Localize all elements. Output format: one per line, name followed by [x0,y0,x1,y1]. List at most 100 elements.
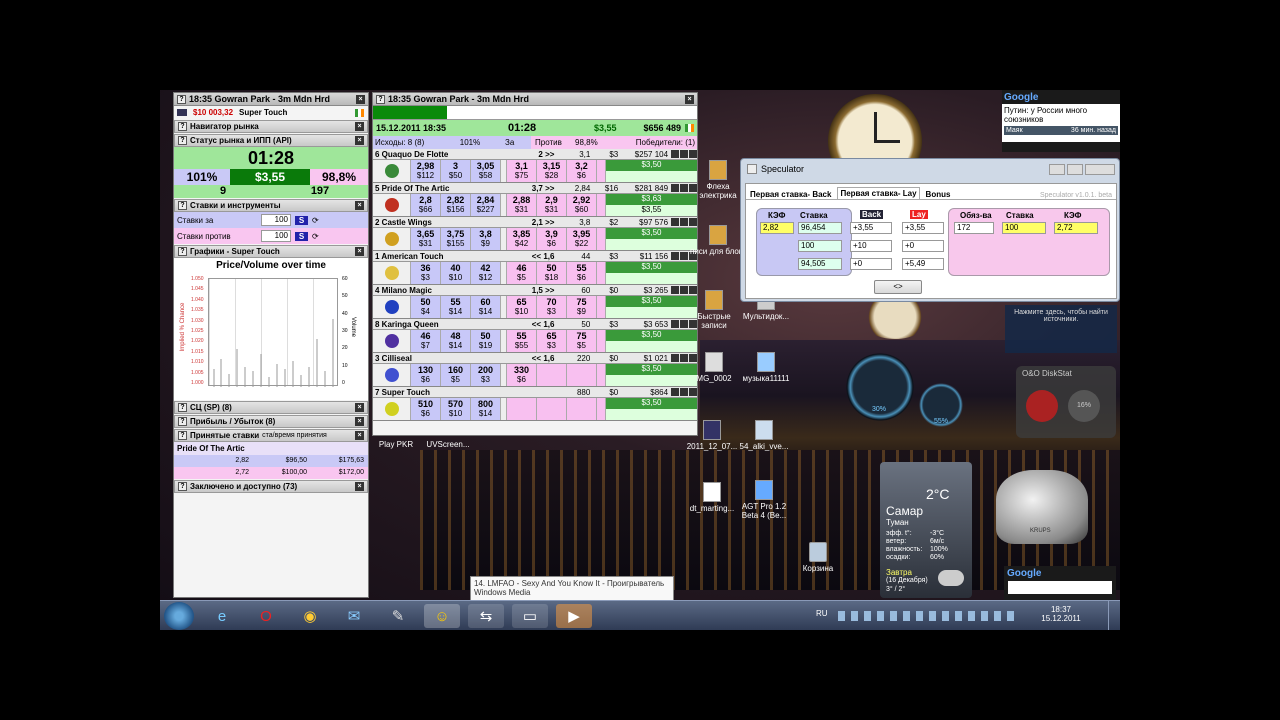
monitor-icon[interactable]: ▭ [512,604,548,628]
clock[interactable]: 18:37 15.12.2011 [1036,605,1086,623]
section-navigator[interactable]: ? Навигатор рынка × [174,120,368,133]
back-price-cell[interactable]: 3 $50 [441,160,471,182]
back-price-cell[interactable]: 2,98 $112 [411,160,441,182]
back-price-cell[interactable]: 160 $5 [441,364,471,386]
lay-price-cell[interactable]: 55 $55 [507,330,537,352]
lay-price-cell[interactable]: 2,9 $31 [537,194,567,216]
media-player-icon[interactable]: ▶ [556,604,592,628]
lay-price-cell[interactable]: 3,1 $75 [507,160,537,182]
runner-header[interactable]: 1 American Touch << 1,6 44 $3 $11 156 [373,251,697,262]
section-sp[interactable]: ? СЦ (SP) (8) × [174,401,368,414]
lay-price-cell[interactable]: 330 $6 [507,364,537,386]
tray-icons[interactable] [838,611,1018,621]
news-headline[interactable]: Путин: у России много союзников [1004,106,1118,124]
lay-price-cell[interactable] [567,398,597,420]
back-price-cell[interactable]: 3,75 $155 [441,228,471,250]
desktop-icon[interactable]: AGT Pro 1.2 Beta 4 (Be... [734,480,794,520]
tab-first-lay[interactable]: Первая ставка- Lay [837,187,920,199]
back-price-cell[interactable]: 800 $14 [471,398,501,420]
back-price-cell[interactable]: 200 $3 [471,364,501,386]
feed-hint[interactable]: Нажмите здесь, чтобы найти источники. [1005,305,1117,353]
ladder-icon[interactable] [671,150,680,158]
refresh-icon[interactable]: ⟳ [312,216,319,225]
back-price-cell[interactable]: 48 $14 [441,330,471,352]
lay-price-cell[interactable]: 3,85 $42 [507,228,537,250]
desktop-icon[interactable]: dt_marting... [682,482,742,513]
runner-header[interactable]: 8 Karinga Queen << 1,6 50 $3 $3 653 [373,319,697,330]
stake-against-input[interactable]: 100 [261,230,291,242]
lay-price-cell[interactable]: 3,95 $22 [567,228,597,250]
lay-price-cell[interactable]: 3,15 $28 [537,160,567,182]
back-price-cell[interactable]: 55 $14 [441,296,471,318]
back-price-cell[interactable]: 40 $10 [441,262,471,284]
desktop-icon[interactable]: музыка11111 [736,352,796,383]
accepted-row[interactable]: 2,72 $100,00 $172,00 [174,467,368,479]
market-panel-titlebar[interactable]: ? 18:35 Gowran Park - 3m Mdn Hrd × [174,93,368,106]
accepted-row[interactable]: 2,82 $96,50 $175,63 [174,455,368,467]
google-search-input[interactable] [1008,581,1112,594]
lay-price-cell[interactable] [567,364,597,386]
lay-price-cell[interactable]: 3,9 $6 [537,228,567,250]
back-price-cell[interactable]: 36 $3 [411,262,441,284]
chart-icon[interactable] [680,252,689,260]
refresh-icon[interactable]: ⟳ [312,232,319,241]
lay-price-cell[interactable]: 46 $5 [507,262,537,284]
s-button[interactable]: S [295,215,308,225]
back-price-cell[interactable]: 50 $4 [411,296,441,318]
lay-price-cell[interactable]: 65 $3 [537,330,567,352]
help-icon[interactable]: ? [177,94,186,104]
back-price-cell[interactable]: 2,82 $156 [441,194,471,216]
ie-icon[interactable]: e [204,604,240,628]
back-price-cell[interactable]: 46 $7 [411,330,441,352]
ladder-icon[interactable] [671,388,680,396]
chrome-icon[interactable]: ◉ [292,604,328,628]
ladder-icon[interactable] [671,252,680,260]
back-price-cell[interactable]: 130 $6 [411,364,441,386]
kettle-gadget[interactable]: KRUPS [996,470,1088,544]
back-price-cell[interactable]: 2,84 $227 [471,194,501,216]
start-button[interactable] [164,602,194,630]
tab-bonus[interactable]: Bonus [926,190,951,199]
desktop-icon[interactable]: Play PKR [366,440,426,449]
section-accepted[interactable]: ? Принятые ставки ста/время принятия × [174,429,368,442]
lay-price-cell[interactable]: 75 $5 [567,330,597,352]
back-price-cell[interactable]: 50 $19 [471,330,501,352]
liability-input[interactable]: 172 [954,222,994,234]
ladder-icon[interactable] [671,218,680,226]
ladder-icon[interactable] [671,184,680,192]
show-desktop-button[interactable] [1108,601,1120,630]
minimize-button[interactable] [1049,163,1065,175]
section-pl[interactable]: ? Прибыль / Убыток (8) × [174,415,368,428]
stake-for-input[interactable]: 100 [261,214,291,226]
lay-price-cell[interactable] [507,398,537,420]
speculator-titlebar[interactable]: Speculator [741,159,1119,179]
close-icon[interactable]: × [685,94,694,104]
close-button[interactable] [1085,163,1115,175]
back-price-cell[interactable]: 60 $14 [471,296,501,318]
desktop-icon[interactable]: писи для блога [688,225,748,256]
ladder-icon[interactable] [671,354,680,362]
desktop-icon[interactable]: UVScreen... [418,440,478,449]
section-tools[interactable]: ? Ставки и инструменты × [174,199,368,212]
ladder-icon[interactable] [671,320,680,328]
language-indicator[interactable]: RU [816,609,828,618]
oo-diskstat-gadget[interactable]: O&O DiskStat 16% [1016,366,1116,438]
close-icon[interactable]: × [356,94,365,104]
ram-gauge[interactable]: 55% [916,380,966,430]
sync-icon[interactable]: ⇆ [468,604,504,628]
back-price-cell[interactable]: 3,05 $58 [471,160,501,182]
desktop-icon[interactable]: 2011_12_07... [682,420,742,451]
close-icon[interactable] [689,150,697,158]
kef2-input[interactable]: 2,72 [1054,222,1098,234]
desktop-icon[interactable]: MG_0002 [684,352,744,383]
runner-header[interactable]: 5 Pride Of The Artic 3,7 >> 2,84 $16 $281 84… [373,183,697,194]
close-icon[interactable] [689,388,697,396]
back-price-cell[interactable]: 3,65 $31 [411,228,441,250]
section-graphs[interactable]: ? Графики - Super Touch × [174,245,368,258]
chart-icon[interactable] [680,184,689,192]
runner-header[interactable]: 3 Cilliseal << 1,6 220 $0 $1 021 [373,353,697,364]
stake2-input[interactable]: 100 [1002,222,1046,234]
back-price-cell[interactable]: 2,8 $66 [411,194,441,216]
lay-price-cell[interactable]: 70 $3 [537,296,567,318]
lay-price-cell[interactable]: 3,2 $6 [567,160,597,182]
